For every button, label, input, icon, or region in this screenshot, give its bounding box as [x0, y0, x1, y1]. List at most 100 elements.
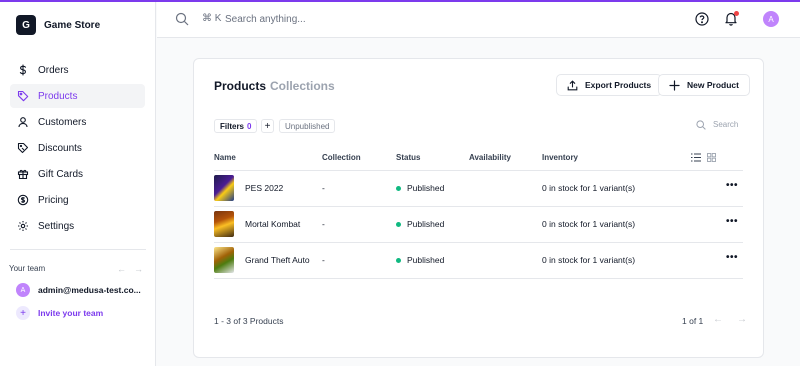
products-card: Products Collections Export Products New… — [193, 58, 764, 358]
product-status: Published — [396, 219, 444, 229]
status-label: Published — [407, 255, 445, 265]
team-header: Your team ← → — [9, 264, 143, 274]
coin-icon — [17, 194, 29, 206]
product-inventory: 0 in stock for 1 variant(s) — [542, 255, 636, 265]
store-brand[interactable]: G Game Store — [0, 8, 155, 42]
sidebar-item-discounts[interactable]: Discounts — [10, 136, 145, 160]
upload-icon — [567, 79, 578, 90]
more-actions-icon[interactable]: ••• — [726, 180, 738, 191]
product-name: Grand Theft Auto — [245, 255, 310, 265]
invite-team-button[interactable]: + Invite your team — [16, 306, 103, 320]
filters-button[interactable]: Filters 0 — [214, 119, 258, 133]
column-header-name: Name — [214, 153, 236, 162]
sidebar-item-products[interactable]: Products — [10, 84, 145, 108]
product-collection: - — [322, 219, 325, 229]
sidebar-divider — [10, 249, 146, 250]
team-next-icon[interactable]: → — [134, 264, 143, 274]
table-row[interactable]: PES 2022 - Published 0 in stock for 1 va… — [214, 170, 743, 206]
status-dot — [396, 222, 401, 228]
notification-dot — [734, 11, 739, 16]
gear-icon — [17, 220, 29, 232]
status-dot — [396, 258, 401, 264]
team-member[interactable]: A admin@medusa-test.co... — [16, 283, 141, 297]
sidebar-item-customers[interactable]: Customers — [10, 110, 145, 134]
tab-products[interactable]: Products — [214, 79, 266, 93]
product-collection: - — [322, 183, 325, 193]
page-indicator: 1 of 1 — [682, 316, 704, 326]
tab-collections[interactable]: Collections — [270, 79, 335, 93]
pagination-summary: 1 - 3 of 3 Products — [214, 316, 284, 326]
discount-icon — [17, 142, 29, 154]
column-header-status: Status — [396, 153, 421, 162]
sidebar-item-label: Gift Cards — [38, 168, 84, 180]
more-actions-icon[interactable]: ••• — [726, 252, 738, 263]
more-actions-icon[interactable]: ••• — [726, 216, 738, 227]
user-avatar[interactable]: A — [763, 11, 779, 27]
sidebar-item-label: Settings — [38, 220, 75, 232]
new-product-label: New Product — [687, 80, 739, 90]
sidebar-nav: Orders Products Customers Discounts Gift… — [0, 58, 155, 238]
search-shortcut: ⌘ K — [202, 13, 222, 24]
plus-icon — [669, 79, 680, 91]
sidebar-item-label: Orders — [38, 64, 69, 76]
sidebar-item-label: Discounts — [38, 142, 82, 154]
pagination-controls: ← → — [713, 314, 747, 325]
filters-label: Filters — [220, 121, 245, 131]
status-dot — [396, 186, 401, 192]
new-product-button[interactable]: New Product — [658, 74, 750, 96]
help-icon[interactable] — [695, 12, 709, 26]
column-header-collection: Collection — [322, 153, 361, 162]
table-search-icon — [696, 120, 706, 130]
product-thumbnail — [214, 247, 234, 273]
product-name: PES 2022 — [245, 183, 284, 193]
table-search-input[interactable]: Search — [713, 120, 738, 129]
top-bar: ⌘ K A — [157, 2, 800, 38]
store-logo: G — [16, 15, 36, 35]
search-input[interactable] — [225, 10, 485, 28]
team-pager: ← → — [117, 264, 143, 274]
team-title: Your team — [9, 264, 46, 273]
sidebar-item-label: Products — [38, 90, 78, 102]
product-name: Mortal Kombat — [245, 219, 301, 229]
table-row[interactable]: Grand Theft Auto - Published 0 in stock … — [214, 242, 743, 278]
sidebar-item-settings[interactable]: Settings — [10, 214, 145, 238]
unpublished-filter-chip[interactable]: Unpublished — [279, 119, 336, 133]
user-icon — [17, 116, 29, 128]
sidebar-item-label: Pricing — [38, 194, 69, 206]
list-view-icon[interactable] — [691, 153, 701, 162]
avatar: A — [16, 283, 30, 297]
product-thumbnail — [214, 175, 234, 201]
next-page-icon[interactable]: → — [737, 314, 747, 325]
prev-page-icon[interactable]: ← — [713, 314, 723, 325]
export-products-button[interactable]: Export Products — [556, 74, 663, 96]
store-name: Game Store — [44, 19, 101, 31]
team-member-email: admin@medusa-test.co... — [38, 285, 141, 295]
table-row[interactable]: Mortal Kombat - Published 0 in stock for… — [214, 206, 743, 242]
sidebar-item-gift-cards[interactable]: Gift Cards — [10, 162, 145, 186]
sidebar-item-pricing[interactable]: Pricing — [10, 188, 145, 212]
column-header-inventory: Inventory — [542, 153, 579, 162]
sidebar-item-label: Customers — [38, 116, 87, 128]
product-thumbnail — [214, 211, 234, 237]
row-divider — [214, 278, 743, 279]
search-icon[interactable] — [175, 12, 189, 26]
invite-label: Invite your team — [38, 308, 104, 318]
filters-count: 0 — [247, 121, 252, 131]
product-inventory: 0 in stock for 1 variant(s) — [542, 219, 636, 229]
plus-icon: + — [16, 306, 30, 320]
sidebar-item-orders[interactable]: Orders — [10, 58, 145, 82]
product-status: Published — [396, 183, 444, 193]
add-filter-button[interactable]: + — [261, 119, 274, 133]
dollar-icon — [17, 64, 29, 76]
export-label: Export Products — [585, 80, 652, 90]
sidebar: G Game Store Orders Products Customers D… — [0, 2, 156, 366]
product-inventory: 0 in stock for 1 variant(s) — [542, 183, 636, 193]
status-label: Published — [407, 219, 445, 229]
product-status: Published — [396, 255, 444, 265]
grid-view-icon[interactable] — [707, 153, 716, 162]
tag-icon — [17, 90, 29, 102]
column-header-availability: Availability — [469, 153, 511, 162]
status-label: Published — [407, 183, 445, 193]
product-collection: - — [322, 255, 325, 265]
team-prev-icon[interactable]: ← — [117, 264, 126, 274]
